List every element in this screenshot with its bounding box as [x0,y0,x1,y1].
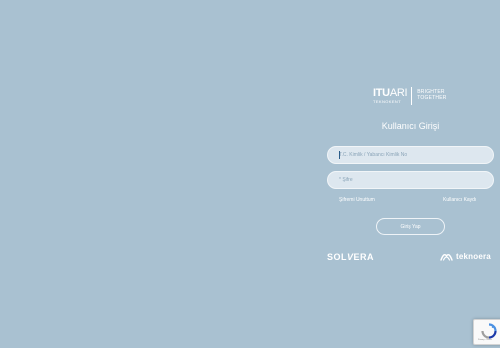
teknoera-wave-icon [440,253,453,261]
login-button[interactable]: Giriş Yap [376,218,445,235]
register-link[interactable]: Kullanıcı Kaydı [443,197,476,203]
forgot-password-link[interactable]: Şifremi Unuttum [339,197,375,203]
logo-divider [411,87,413,105]
logo-tagline-line2: TOGETHER [417,95,447,101]
recaptcha-terms: Privacy - Terms [478,339,492,341]
logo-wordmark: ITUARI TEKNOKENT [373,87,408,104]
logo-teknokent: TEKNOKENT [373,99,402,104]
login-title: Kullanıcı Girişi [381,121,440,131]
recaptcha-icon [481,323,497,339]
solvera-logo: SOLVERA [327,252,375,262]
logo-itu-ari: ITUARI [373,87,408,99]
recaptcha-badge[interactable]: Privacy - Terms [473,319,500,345]
password-input[interactable] [327,171,494,189]
ituari-logo: ITUARI TEKNOKENT BRIGHTER TOGETHER [373,86,447,106]
teknoera-text: teknoera [456,252,491,261]
teknoera-logo: teknoera [440,251,491,262]
id-number-input[interactable] [327,146,494,164]
text-cursor [339,151,340,159]
logo-tagline: BRIGHTER TOGETHER [417,89,447,102]
